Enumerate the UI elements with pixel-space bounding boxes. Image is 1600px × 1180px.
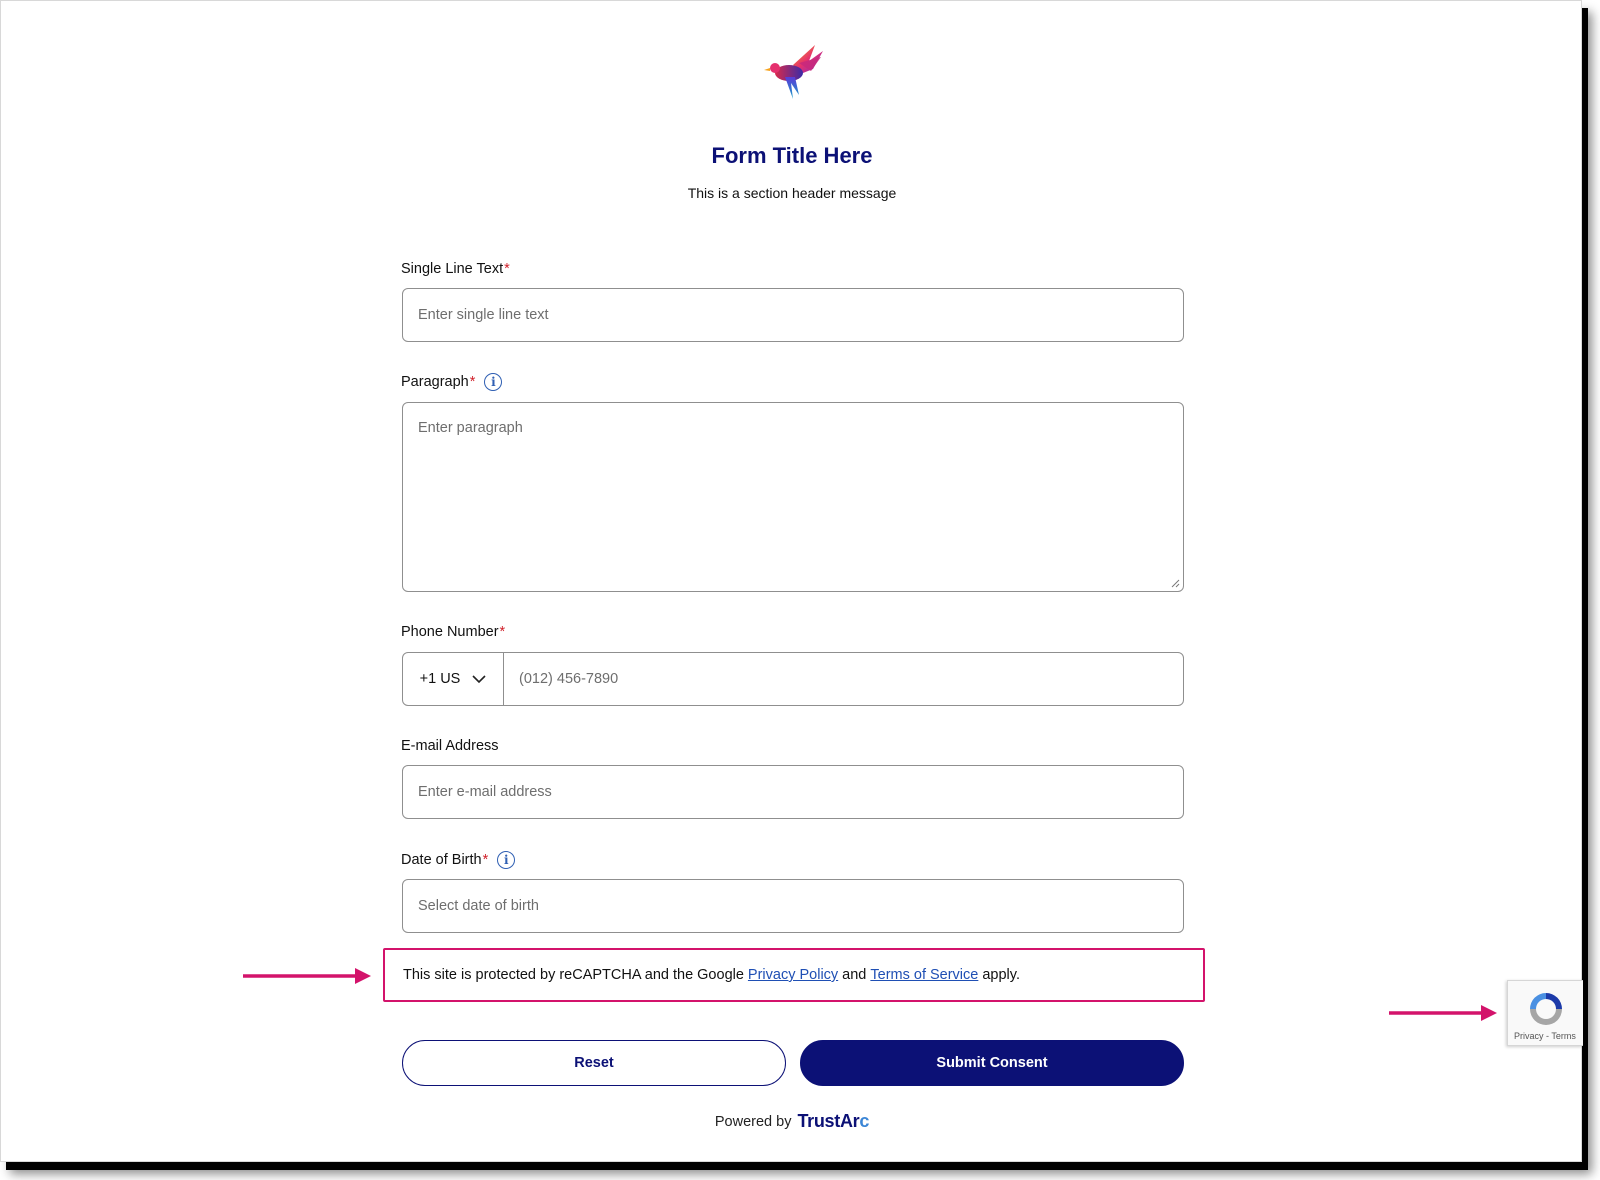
trustarc-logo[interactable]: TrustArc [797, 1111, 869, 1132]
single-line-label-text: Single Line Text [401, 261, 504, 277]
terms-of-service-link[interactable]: Terms of Service [870, 967, 978, 983]
recaptcha-notice: This site is protected by reCAPTCHA and … [383, 948, 1205, 1002]
chevron-down-icon [472, 674, 486, 683]
recaptcha-icon [1530, 993, 1562, 1025]
country-code-select[interactable]: +1 US [403, 653, 504, 705]
email-label-text: E-mail Address [401, 738, 499, 754]
form-title: Form Title Here [711, 143, 873, 168]
arrow-right-icon [1389, 1005, 1497, 1021]
recaptcha-and-text: and [842, 967, 867, 983]
info-icon[interactable]: i [497, 851, 516, 869]
phone-number-placeholder[interactable]: (012) 456-7890 [504, 671, 618, 687]
brand-text-arc: c [859, 1111, 870, 1131]
dob-label-text: Date of Birth [401, 852, 482, 868]
resize-handle-icon[interactable] [1170, 578, 1180, 588]
brand-text: TrustA [797, 1111, 853, 1131]
submit-consent-button[interactable]: Submit Consent [800, 1040, 1184, 1086]
email-label: E-mail Address [401, 738, 499, 754]
required-marker: * [499, 624, 506, 640]
section-header-message: This is a section header message [687, 185, 897, 201]
single-line-placeholder: Enter single line text [418, 307, 549, 323]
country-code-value: +1 US [419, 671, 461, 687]
recaptcha-badge[interactable]: Privacy - Terms [1507, 980, 1583, 1046]
required-marker: * [469, 374, 476, 390]
form-page: Form Title Here This is a section header… [0, 0, 1583, 1162]
info-icon[interactable]: i [484, 373, 503, 391]
recaptcha-apply-text: apply. [982, 967, 1020, 983]
badge-privacy-link[interactable]: Privacy [1514, 1031, 1544, 1041]
required-marker: * [504, 261, 510, 277]
dob-placeholder: Select date of birth [418, 898, 539, 914]
single-line-input[interactable]: Enter single line text [402, 288, 1184, 342]
dob-input[interactable]: Select date of birth [402, 879, 1184, 933]
recaptcha-text: This site is protected by reCAPTCHA and … [403, 967, 744, 983]
powered-by-text: Powered by [714, 1113, 792, 1130]
bird-logo-icon [764, 45, 823, 99]
dob-label: Date of Birth * i [401, 851, 516, 869]
required-marker: * [482, 852, 489, 868]
reset-button[interactable]: Reset [402, 1040, 786, 1086]
arrow-right-icon [243, 968, 371, 984]
powered-by-footer: Powered by TrustArc [1, 1111, 1583, 1132]
email-placeholder: Enter e-mail address [418, 784, 552, 800]
badge-terms-link[interactable]: Terms [1551, 1031, 1576, 1041]
recaptcha-badge-links: Privacy - Terms [1514, 1031, 1576, 1041]
email-input[interactable]: Enter e-mail address [402, 765, 1184, 819]
phone-input-group: +1 US (012) 456-7890 [402, 652, 1184, 706]
phone-label-text: Phone Number [401, 624, 499, 640]
privacy-policy-link[interactable]: Privacy Policy [748, 967, 838, 983]
single-line-label: Single Line Text * [401, 261, 510, 277]
paragraph-textarea[interactable]: Enter paragraph [402, 402, 1184, 592]
paragraph-label: Paragraph * i [401, 373, 503, 391]
paragraph-label-text: Paragraph [401, 374, 469, 390]
phone-label: Phone Number * [401, 624, 505, 640]
paragraph-placeholder: Enter paragraph [418, 420, 523, 436]
